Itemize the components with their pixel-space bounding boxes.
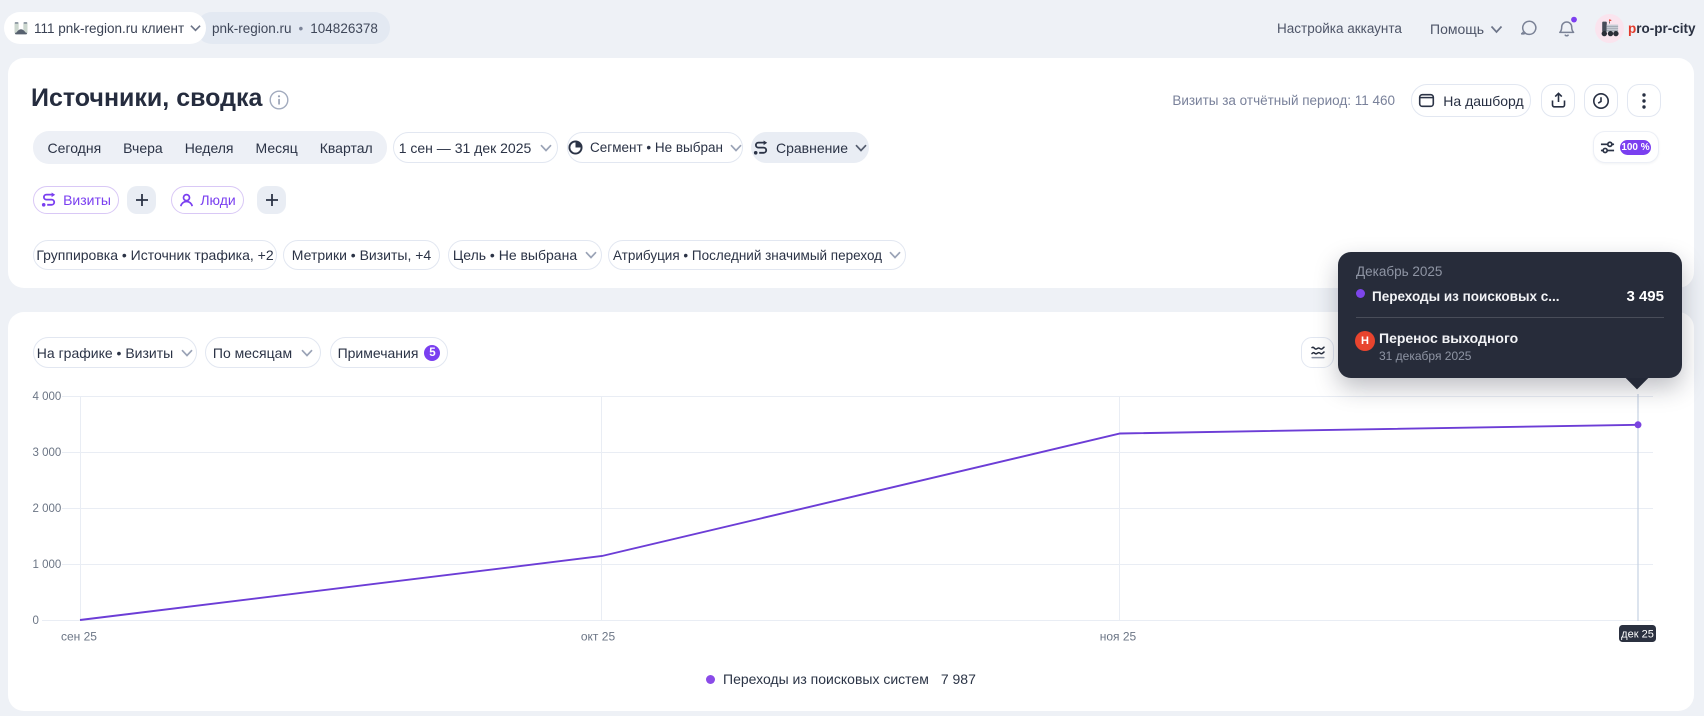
svg-text:ноя 25: ноя 25: [1100, 630, 1137, 644]
svg-text:3 000: 3 000: [33, 447, 62, 459]
svg-text:1 000: 1 000: [33, 559, 62, 571]
svg-text:сен 25: сен 25: [61, 630, 97, 644]
svg-text:окт 25: окт 25: [581, 630, 616, 644]
svg-text:4 000: 4 000: [33, 391, 62, 403]
svg-text:2 000: 2 000: [33, 503, 62, 515]
svg-text:0: 0: [33, 615, 39, 627]
svg-text:дек 25: дек 25: [1621, 629, 1654, 641]
